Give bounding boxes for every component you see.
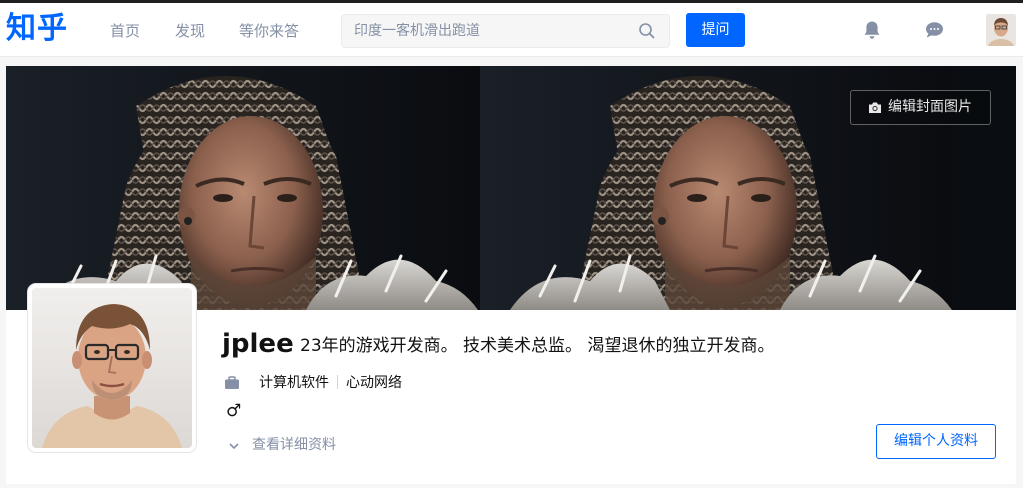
bell-icon[interactable] [861,19,883,41]
search-icon[interactable] [638,22,656,40]
nav-discover[interactable]: 发现 [175,21,205,41]
male-gender-icon: ♂ [226,401,242,421]
company-label: 心动网络 [346,375,402,391]
profile-card: 编辑封面图片 jplee 23年的游戏开发商。 技术美术总监。 渴望退休的独立开… [6,66,1016,484]
profile-headline: 23年的游戏开发商。 技术美术总监。 渴望退休的独立开发商。 [300,336,775,356]
profile-avatar[interactable] [28,284,196,452]
view-details-label: 查看详细资料 [252,437,336,453]
edit-cover-button[interactable]: 编辑封面图片 [850,90,991,125]
industry-label: 计算机软件 [259,375,329,391]
user-avatar[interactable] [986,14,1016,46]
messages-icon[interactable] [923,19,945,41]
nav-waiting-answers[interactable]: 等你来答 [239,21,299,41]
camera-icon [869,102,881,113]
zhihu-logo[interactable]: 知乎 [6,11,68,47]
chevron-down-icon [229,443,239,450]
briefcase-icon [225,376,239,389]
search-box [341,14,670,48]
nav-home[interactable]: 首页 [110,21,140,41]
cover-image: 编辑封面图片 [6,66,1016,310]
search-input[interactable] [342,15,632,47]
separator [337,375,338,389]
profile-name: jplee [222,329,294,359]
top-navbar: 知乎 首页 发现 等你来答 提问 [0,3,1023,57]
edit-cover-label: 编辑封面图片 [888,99,972,115]
edit-profile-button[interactable]: 编辑个人资料 [876,424,996,459]
ask-question-button[interactable]: 提问 [686,13,745,47]
